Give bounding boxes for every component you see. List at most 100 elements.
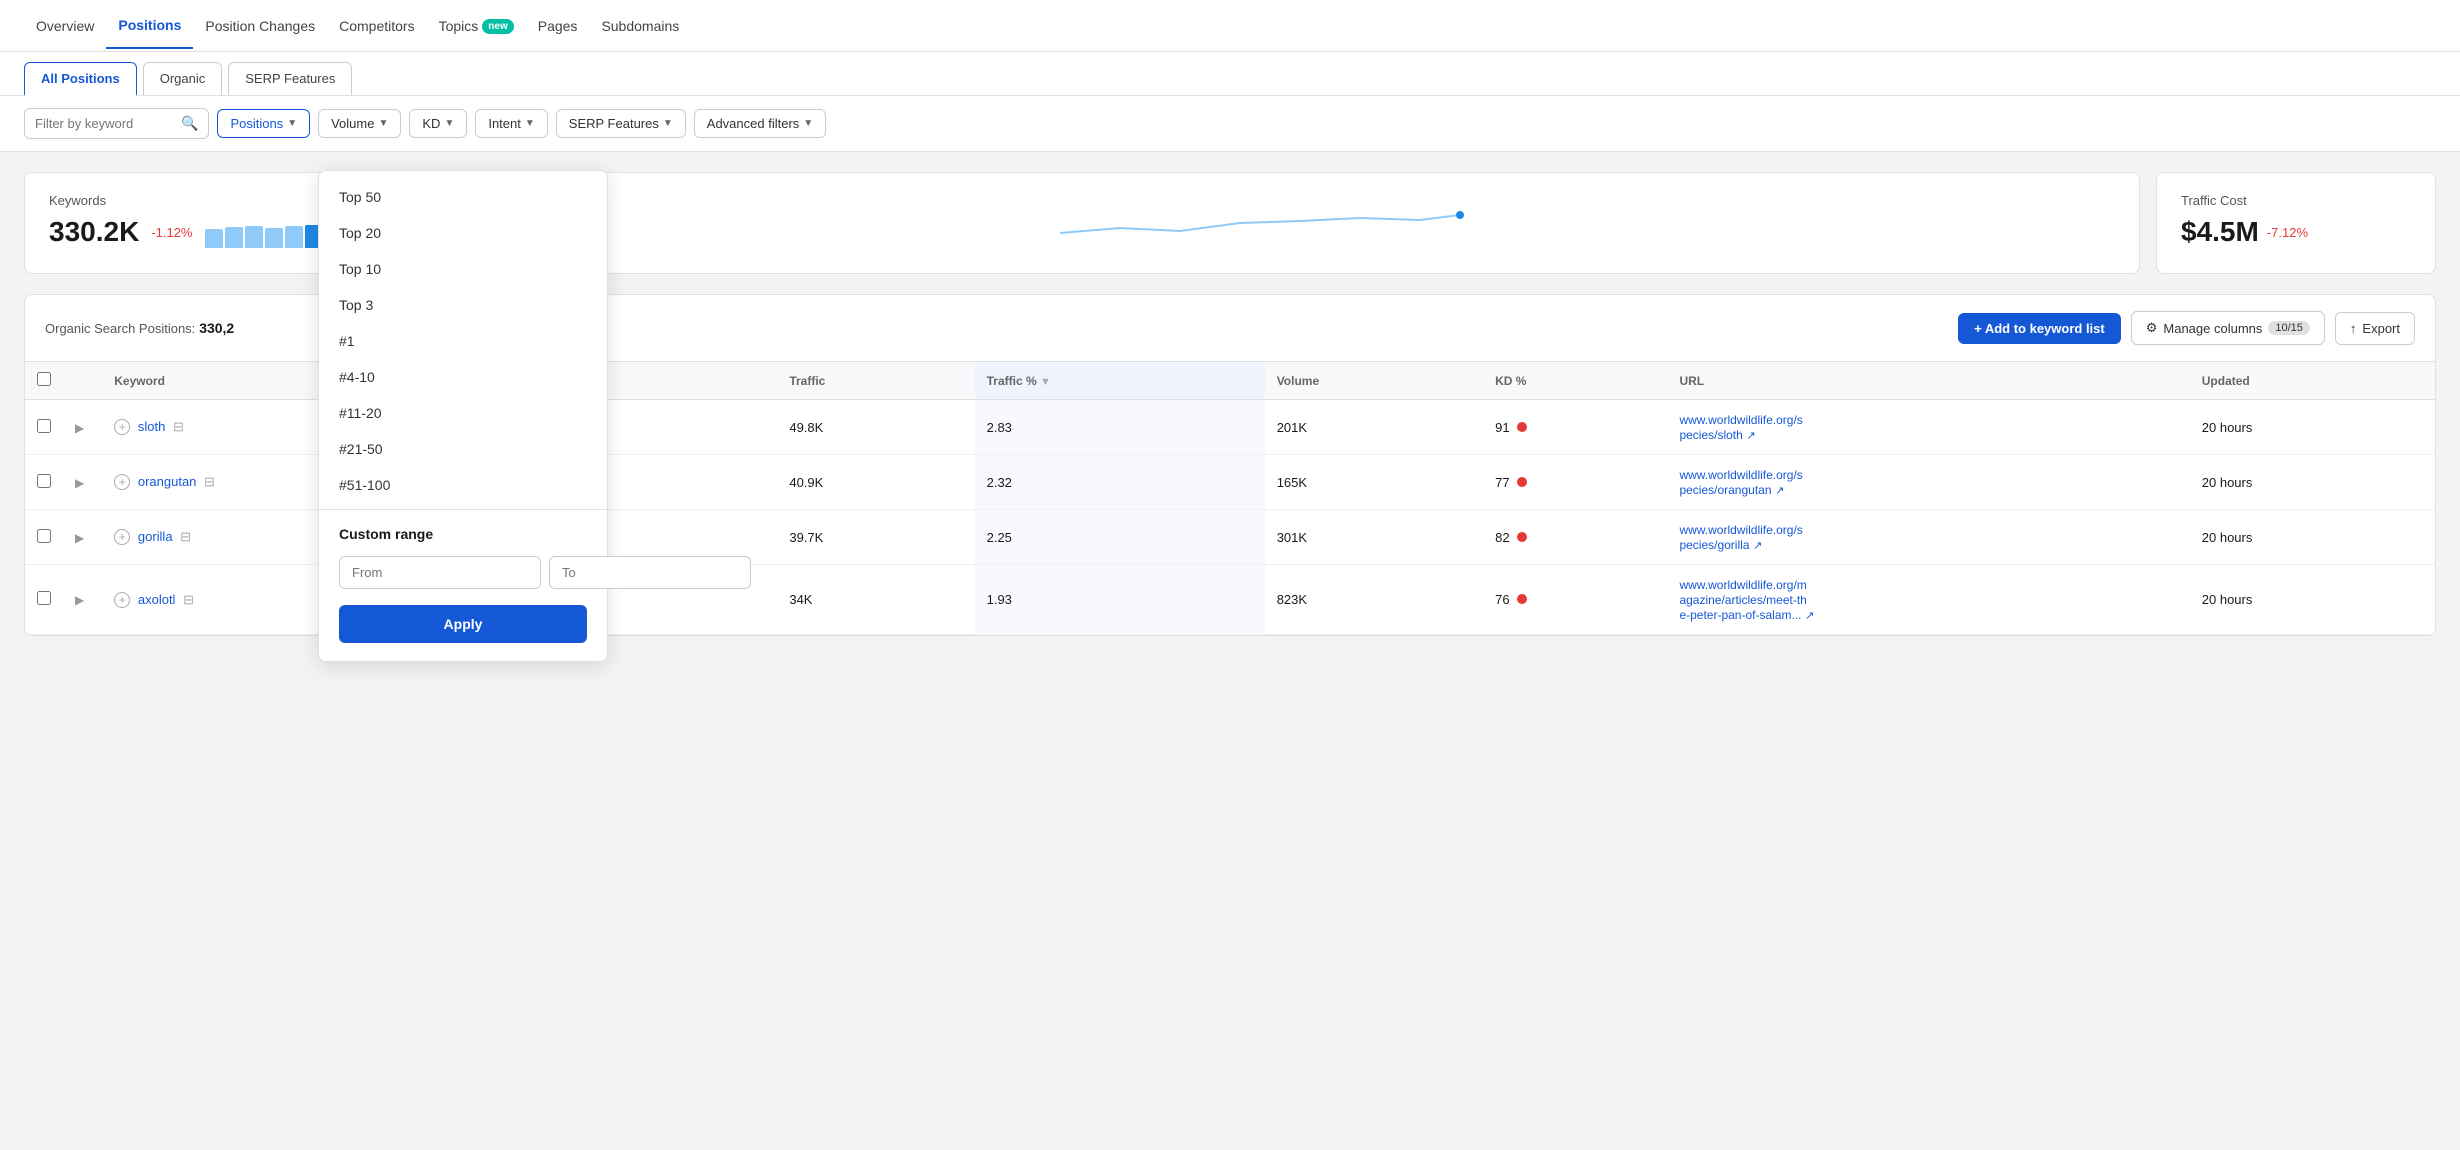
traffic-cost-change: -7.12%: [2267, 225, 2308, 240]
kd-value: 77: [1483, 455, 1667, 510]
dropdown-item-top20[interactable]: Top 20: [319, 215, 607, 251]
url-link[interactable]: www.worldwildlife.org/species/sloth: [1679, 413, 1802, 442]
chevron-down-icon: ▼: [378, 118, 388, 129]
col-traffic-pct: Traffic % ▼: [975, 362, 1265, 400]
traffic-cost-value: $4.5M: [2181, 216, 2259, 248]
kd-dot: [1517, 532, 1527, 542]
custom-range-inputs: [319, 548, 607, 597]
traffic-cost-card: Traffic Cost $4.5M -7.12%: [2156, 172, 2436, 274]
nav-item-competitors[interactable]: Competitors: [327, 4, 426, 48]
keyword-link[interactable]: axolotl: [138, 592, 176, 607]
dropdown-item-top10[interactable]: Top 10: [319, 251, 607, 287]
save-icon[interactable]: ⊟: [173, 419, 184, 434]
volume-value: 201K: [1265, 400, 1483, 455]
traffic-cost-label: Traffic Cost: [2181, 193, 2411, 208]
add-keyword-icon[interactable]: +: [114, 529, 130, 545]
volume-value: 165K: [1265, 455, 1483, 510]
updated-value: 20 hours: [2190, 455, 2435, 510]
dropdown-item-4-10[interactable]: #4-10: [319, 359, 607, 395]
nav-item-position-changes[interactable]: Position Changes: [193, 4, 327, 48]
traffic-cost-value-row: $4.5M -7.12%: [2181, 216, 2411, 248]
export-icon: ↑: [2350, 321, 2357, 336]
row-checkbox[interactable]: [37, 474, 51, 488]
to-input[interactable]: [549, 556, 751, 589]
col-updated: Updated: [2190, 362, 2435, 400]
col-position: [698, 362, 777, 400]
traffic-chart-card: [380, 172, 2140, 274]
advanced-filters-button[interactable]: Advanced filters ▼: [694, 109, 826, 138]
kd-value: 76: [1483, 565, 1667, 635]
dropdown-item-top3[interactable]: Top 3: [319, 287, 607, 323]
row-expand-icon[interactable]: ▶: [75, 421, 84, 435]
serp-features-filter-button[interactable]: SERP Features ▼: [556, 109, 686, 138]
external-link-icon[interactable]: ↗: [1746, 430, 1755, 442]
traffic-pct-value: 2.25: [975, 510, 1265, 565]
add-to-keyword-list-button[interactable]: + Add to keyword list: [1958, 313, 2121, 344]
table-toolbar-right: + Add to keyword list ⚙ Manage columns 1…: [1958, 311, 2415, 345]
manage-columns-button[interactable]: ⚙ Manage columns 10/15: [2131, 311, 2325, 345]
nav-item-overview[interactable]: Overview: [24, 4, 106, 48]
col-volume: Volume: [1265, 362, 1483, 400]
keyword-link[interactable]: orangutan: [138, 474, 197, 489]
col-url: URL: [1667, 362, 2189, 400]
column-count-badge: 10/15: [2268, 321, 2310, 335]
dropdown-item-top50[interactable]: Top 50: [319, 179, 607, 215]
dropdown-item-21-50[interactable]: #21-50: [319, 431, 607, 467]
row-checkbox[interactable]: [37, 591, 51, 605]
volume-value: 823K: [1265, 565, 1483, 635]
positions-filter-button[interactable]: Positions ▼: [217, 109, 310, 138]
kd-dot: [1517, 422, 1527, 432]
save-icon[interactable]: ⊟: [180, 529, 191, 544]
keyword-link[interactable]: sloth: [138, 419, 165, 434]
updated-value: 20 hours: [2190, 400, 2435, 455]
chevron-down-icon: ▼: [663, 118, 673, 129]
from-input[interactable]: [339, 556, 541, 589]
search-input[interactable]: [35, 116, 175, 131]
dropdown-item-51-100[interactable]: #51-100: [319, 467, 607, 503]
keywords-change: -1.12%: [151, 225, 192, 240]
nav-item-subdomains[interactable]: Subdomains: [589, 4, 691, 48]
dropdown-item-1[interactable]: #1: [319, 323, 607, 359]
traffic-pct-value: 2.83: [975, 400, 1265, 455]
select-all-checkbox[interactable]: [37, 372, 51, 386]
volume-filter-button[interactable]: Volume ▼: [318, 109, 401, 138]
row-checkbox[interactable]: [37, 529, 51, 543]
col-traffic: Traffic: [777, 362, 974, 400]
row-checkbox[interactable]: [37, 419, 51, 433]
add-keyword-icon[interactable]: +: [114, 419, 130, 435]
nav-item-positions[interactable]: Positions: [106, 3, 193, 49]
save-icon[interactable]: ⊟: [204, 474, 215, 489]
apply-button[interactable]: Apply: [339, 605, 587, 643]
dropdown-item-11-20[interactable]: #11-20: [319, 395, 607, 431]
export-button[interactable]: ↑ Export: [2335, 312, 2415, 345]
keywords-value-row: 330.2K -1.12%: [49, 216, 339, 248]
keyword-link[interactable]: gorilla: [138, 529, 173, 544]
tab-serp-features[interactable]: SERP Features: [228, 62, 352, 95]
row-expand-icon[interactable]: ▶: [75, 476, 84, 490]
keywords-card: Keywords 330.2K -1.12%: [24, 172, 364, 274]
url-link[interactable]: www.worldwildlife.org/species/gorilla: [1679, 523, 1802, 552]
add-keyword-icon[interactable]: +: [114, 474, 130, 490]
tab-organic[interactable]: Organic: [143, 62, 223, 95]
nav-item-topics[interactable]: Topicsnew: [427, 4, 526, 48]
external-link-icon[interactable]: ↗: [1775, 485, 1784, 497]
external-link-icon[interactable]: ↗: [1805, 610, 1814, 622]
traffic-pct-value: 2.32: [975, 455, 1265, 510]
dropdown-divider: [319, 509, 607, 510]
traffic-value: 40.9K: [777, 455, 974, 510]
tab-all-positions[interactable]: All Positions: [24, 62, 137, 96]
positions-dropdown: Top 50 Top 20 Top 10 Top 3 #1 #4-10 #11-…: [318, 170, 608, 662]
intent-filter-button[interactable]: Intent ▼: [475, 109, 547, 138]
kd-dot: [1517, 594, 1527, 604]
kd-filter-button[interactable]: KD ▼: [409, 109, 467, 138]
nav-item-pages[interactable]: Pages: [526, 4, 590, 48]
top-nav: Overview Positions Position Changes Comp…: [0, 0, 2460, 52]
add-keyword-icon[interactable]: +: [114, 592, 130, 608]
external-link-icon[interactable]: ↗: [1753, 540, 1762, 552]
save-icon[interactable]: ⊟: [183, 592, 194, 607]
row-expand-icon[interactable]: ▶: [75, 593, 84, 607]
row-expand-icon[interactable]: ▶: [75, 531, 84, 545]
url-link[interactable]: www.worldwildlife.org/magazine/articles/…: [1679, 578, 1806, 622]
search-icon: 🔍: [181, 115, 198, 132]
chevron-down-icon: ▼: [287, 118, 297, 129]
